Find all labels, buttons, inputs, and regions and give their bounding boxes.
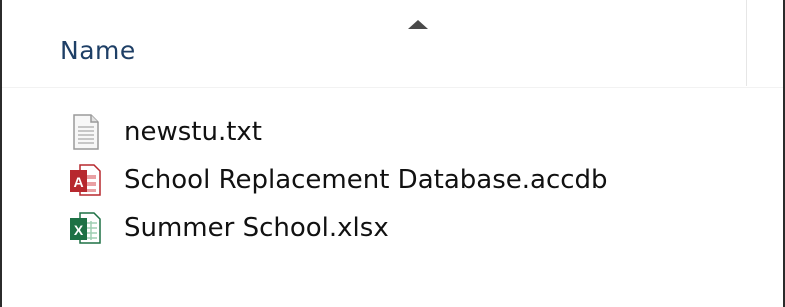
access-file-icon: A bbox=[68, 161, 102, 199]
sort-ascending-icon bbox=[408, 20, 428, 29]
file-explorer-pane: Name newstu.txt A School Replacement Dat… bbox=[0, 0, 785, 307]
svg-text:X: X bbox=[74, 222, 84, 238]
file-row[interactable]: A School Replacement Database.accdb bbox=[2, 156, 783, 204]
file-row[interactable]: X Summer School.xlsx bbox=[2, 204, 783, 252]
svg-text:A: A bbox=[73, 174, 83, 190]
text-file-icon bbox=[68, 113, 102, 151]
file-row[interactable]: newstu.txt bbox=[2, 108, 783, 156]
column-header-row: Name bbox=[2, 0, 783, 88]
excel-file-icon: X bbox=[68, 209, 102, 247]
file-name: School Replacement Database.accdb bbox=[124, 165, 608, 195]
column-header-name[interactable]: Name bbox=[60, 36, 136, 65]
file-name: Summer School.xlsx bbox=[124, 213, 389, 243]
file-name: newstu.txt bbox=[124, 117, 262, 147]
file-list: newstu.txt A School Replacement Database… bbox=[2, 108, 783, 252]
column-divider[interactable] bbox=[746, 0, 747, 86]
